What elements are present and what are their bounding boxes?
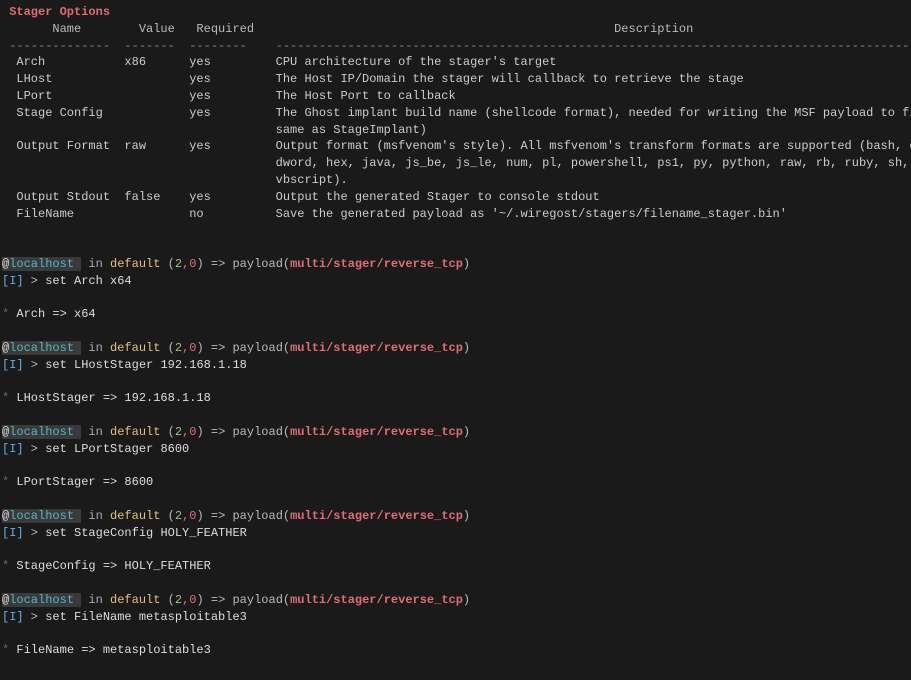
table-row: Arch x86 yes CPU architecture of the sta… <box>2 55 557 69</box>
prompt-in: in <box>81 257 110 271</box>
prompt-rparen: ) <box>196 509 203 523</box>
prompt-arrow: => <box>204 509 233 523</box>
prompt-count1: 2 <box>175 509 182 523</box>
prompt-default: default <box>110 341 160 355</box>
table-header: Name Value Required Description <box>2 22 911 36</box>
prompt-arrow: => <box>204 425 233 439</box>
echo-star: * <box>2 559 9 573</box>
badge-rbracket: ] <box>16 358 23 372</box>
echo-star: * <box>2 307 9 321</box>
prompt-rparen: ) <box>196 593 203 607</box>
command-input[interactable]: set LPortStager 8600 <box>45 442 189 456</box>
command-input[interactable]: set Arch x64 <box>45 274 131 288</box>
echo-star: * <box>2 391 9 405</box>
table-row: LHost yes The Host IP/Domain the stager … <box>2 72 744 86</box>
echo-star: * <box>2 643 9 657</box>
command-input[interactable]: set FileName metasploitable3 <box>45 610 247 624</box>
prompt-host: localhost <box>9 257 74 271</box>
prompt-payload-path: multi/stager/reverse_tcp <box>290 425 463 439</box>
prompt-arrow: => <box>204 341 233 355</box>
prompt-count1: 2 <box>175 257 182 271</box>
badge-rbracket: ] <box>16 274 23 288</box>
prompt-in: in <box>81 425 110 439</box>
prompt-count2: 0 <box>189 593 196 607</box>
prompt-rparen: ) <box>196 257 203 271</box>
table-row-cont: dword, hex, java, js_be, js_le, num, pl,… <box>2 156 911 170</box>
badge-rbracket: ] <box>16 526 23 540</box>
prompt-rparen2: ) <box>463 341 470 355</box>
prompt-count1: 2 <box>175 341 182 355</box>
prompt-host: localhost <box>9 593 74 607</box>
table-separator: -------------- ------- -------- --------… <box>2 39 911 53</box>
badge-gt: > <box>24 358 46 372</box>
prompt-payload-path: multi/stager/reverse_tcp <box>290 593 463 607</box>
prompt-host: localhost <box>9 341 74 355</box>
echo-text: LHostStager => 192.168.1.18 <box>16 391 210 405</box>
prompt-payload-path: multi/stager/reverse_tcp <box>290 509 463 523</box>
prompt-rparen2: ) <box>463 257 470 271</box>
prompt-lparen: ( <box>160 425 174 439</box>
echo-text: FileName => metasploitable3 <box>16 643 210 657</box>
prompt-arrow: => <box>204 257 233 271</box>
table-row-cont: same as StageImplant) <box>2 123 427 137</box>
prompt-comma: , <box>182 593 189 607</box>
echo-text: Arch => x64 <box>16 307 95 321</box>
echo-star: * <box>2 475 9 489</box>
prompt-payload-word: payload( <box>232 509 290 523</box>
command-input[interactable]: set StageConfig HOLY_FEATHER <box>45 526 247 540</box>
prompt-payload-word: payload( <box>232 593 290 607</box>
prompt-payload-word: payload( <box>232 425 290 439</box>
prompt-in: in <box>81 509 110 523</box>
table-row: FileName no Save the generated payload a… <box>2 207 787 221</box>
badge-gt: > <box>24 526 46 540</box>
badge-gt: > <box>24 442 46 456</box>
prompt-rparen2: ) <box>463 425 470 439</box>
prompt-default: default <box>110 257 160 271</box>
badge-rbracket: ] <box>16 442 23 456</box>
table-row-cont: vbscript). <box>2 173 348 187</box>
prompt-lparen: ( <box>160 341 174 355</box>
terminal-output: Stager Options Name Value Required Descr… <box>0 0 911 680</box>
prompt-rparen2: ) <box>463 509 470 523</box>
prompt-payload-path: multi/stager/reverse_tcp <box>290 341 463 355</box>
table-row: Stage Config yes The Ghost implant build… <box>2 106 911 120</box>
prompt-rparen2: ) <box>463 593 470 607</box>
echo-text: StageConfig => HOLY_FEATHER <box>16 559 210 573</box>
prompt-rparen: ) <box>196 341 203 355</box>
prompt-rparen: ) <box>196 425 203 439</box>
prompt-count1: 2 <box>175 425 182 439</box>
stager-options-title: Stager Options <box>2 5 110 19</box>
prompt-count1: 2 <box>175 593 182 607</box>
prompt-lparen: ( <box>160 509 174 523</box>
prompt-lparen: ( <box>160 593 174 607</box>
badge-rbracket: ] <box>16 610 23 624</box>
prompt-payload-word: payload( <box>232 341 290 355</box>
prompt-default: default <box>110 593 160 607</box>
prompt-in: in <box>81 341 110 355</box>
prompt-payload-word: payload( <box>232 257 290 271</box>
prompt-host: localhost <box>9 509 74 523</box>
prompt-pad <box>74 593 81 607</box>
prompt-in: in <box>81 593 110 607</box>
table-row: Output Stdout false yes Output the gener… <box>2 190 600 204</box>
table-row: LPort yes The Host Port to callback <box>2 89 456 103</box>
badge-lbracket: [ <box>2 610 9 624</box>
prompt-lparen: ( <box>160 257 174 271</box>
command-input[interactable]: set LHostStager 192.168.1.18 <box>45 358 247 372</box>
badge-gt: > <box>24 610 46 624</box>
prompt-default: default <box>110 425 160 439</box>
table-row: Output Format raw yes Output format (msf… <box>2 139 911 153</box>
prompt-default: default <box>110 509 160 523</box>
prompt-host: localhost <box>9 425 74 439</box>
badge-i: I <box>9 610 16 624</box>
echo-text: LPortStager => 8600 <box>16 475 153 489</box>
badge-gt: > <box>24 274 46 288</box>
prompt-arrow: => <box>204 593 233 607</box>
prompt-payload-path: multi/stager/reverse_tcp <box>290 257 463 271</box>
